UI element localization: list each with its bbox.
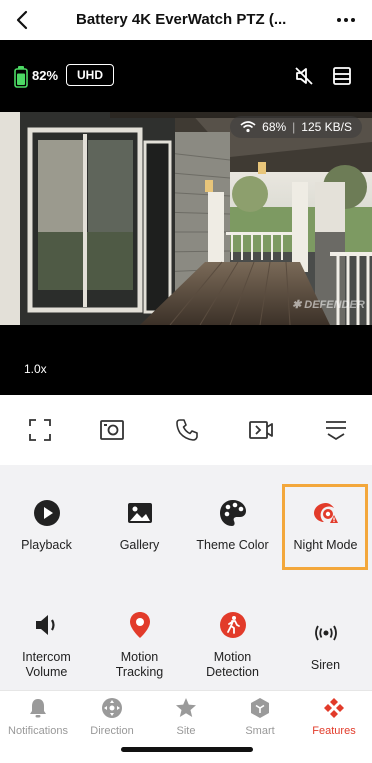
bottom-nav: Notifications Direction Site Smart Featu… (0, 690, 372, 763)
nav-features[interactable]: Features (297, 697, 371, 737)
nav-site[interactable]: Site (149, 697, 223, 737)
live-video-view[interactable]: 82% UHD 68% | 125 KB/S ✱ DEFENDER 1.0x (0, 40, 372, 395)
stats-divider: | (292, 120, 296, 134)
porch-scene (0, 112, 372, 325)
nav-label: Direction (90, 725, 134, 737)
collapse-panel-button[interactable] (323, 417, 349, 443)
feature-label: Motion Detection (186, 650, 279, 680)
feature-label: Playback (21, 538, 72, 552)
feature-motion-detection[interactable]: Motion Detection (186, 611, 279, 680)
feature-label-line1: Motion (120, 650, 159, 664)
nav-label: Site (176, 725, 196, 737)
nav-label: Features (312, 725, 356, 737)
features-icon (324, 698, 344, 718)
feature-playback[interactable]: Playback (0, 499, 93, 553)
layout-icon (333, 67, 351, 85)
video-controls-bar (0, 395, 372, 465)
star-icon (176, 698, 196, 717)
feature-motion-tracking[interactable]: Motion Tracking (93, 611, 186, 680)
record-button[interactable] (248, 417, 274, 443)
feature-label-line1: Intercom (22, 650, 71, 664)
feature-label-line1: Motion (213, 650, 252, 664)
night-mode-highlight (282, 484, 368, 570)
feature-label: Intercom Volume (0, 650, 93, 680)
fullscreen-button[interactable] (27, 417, 53, 443)
video-status-bar: 82% UHD (0, 40, 372, 110)
collapse-panel-icon (326, 421, 346, 441)
nav-notifications[interactable]: Notifications (1, 697, 75, 737)
camera-snapshot-icon (100, 420, 124, 440)
feature-label-line2: Detection (206, 665, 259, 679)
top-app-bar: Battery 4K EverWatch PTZ (... (0, 0, 372, 40)
more-horizontal-icon (337, 18, 355, 22)
image-icon (127, 503, 152, 523)
bell-icon (30, 699, 46, 718)
feature-label: Gallery (119, 538, 160, 552)
speaker-icon (35, 615, 55, 635)
video-record-icon (249, 421, 273, 439)
zoom-level: 1.0x (24, 362, 47, 376)
feature-siren[interactable]: Siren (279, 619, 372, 673)
palette-icon (219, 500, 246, 526)
brand-watermark: ✱ DEFENDER (292, 299, 365, 311)
phone-icon (176, 419, 198, 441)
battery-icon (14, 66, 28, 88)
feature-gallery[interactable]: Gallery (93, 499, 186, 553)
snapshot-button[interactable] (99, 417, 125, 443)
wifi-signal-value: 68% (262, 120, 287, 134)
direction-pad-icon (102, 698, 122, 718)
quality-button[interactable]: UHD (66, 64, 114, 86)
nav-smart[interactable]: Smart (223, 697, 297, 737)
watermark-text: DEFENDER (304, 299, 365, 311)
nav-direction[interactable]: Direction (75, 697, 149, 737)
home-indicator (121, 747, 253, 752)
feature-label: Theme Color (196, 538, 269, 552)
layout-button[interactable] (330, 64, 354, 88)
feature-label-line2: Tracking (115, 665, 164, 679)
mute-button[interactable] (292, 64, 316, 88)
nav-label: Notifications (8, 725, 68, 737)
wifi-icon (240, 121, 256, 133)
network-stats: 68% | 125 KB/S (230, 116, 362, 138)
back-button[interactable] (8, 6, 36, 34)
battery-percentage: 82% (32, 68, 59, 83)
play-circle-icon (33, 500, 60, 526)
fullscreen-icon (29, 419, 51, 441)
siren-icon (314, 625, 337, 641)
hexagon-icon (251, 698, 269, 718)
feature-intercom-volume[interactable]: Intercom Volume (0, 611, 93, 680)
feature-label: Siren (310, 658, 341, 672)
speaker-muted-icon (295, 67, 313, 85)
feature-theme-color[interactable]: Theme Color (186, 499, 279, 553)
bitrate-value: 125 KB/S (301, 120, 352, 134)
page-title: Battery 4K EverWatch PTZ (... (76, 11, 287, 28)
feature-label-line2: Volume (25, 665, 68, 679)
chevron-left-icon (16, 10, 28, 30)
nav-label: Smart (245, 725, 275, 737)
more-button[interactable] (334, 6, 358, 34)
call-button[interactable] (174, 417, 200, 443)
feature-label: Motion Tracking (93, 650, 186, 680)
location-pin-icon (129, 612, 150, 638)
walking-person-icon (219, 612, 246, 638)
camera-feed-image: 68% | 125 KB/S ✱ DEFENDER (0, 112, 372, 325)
